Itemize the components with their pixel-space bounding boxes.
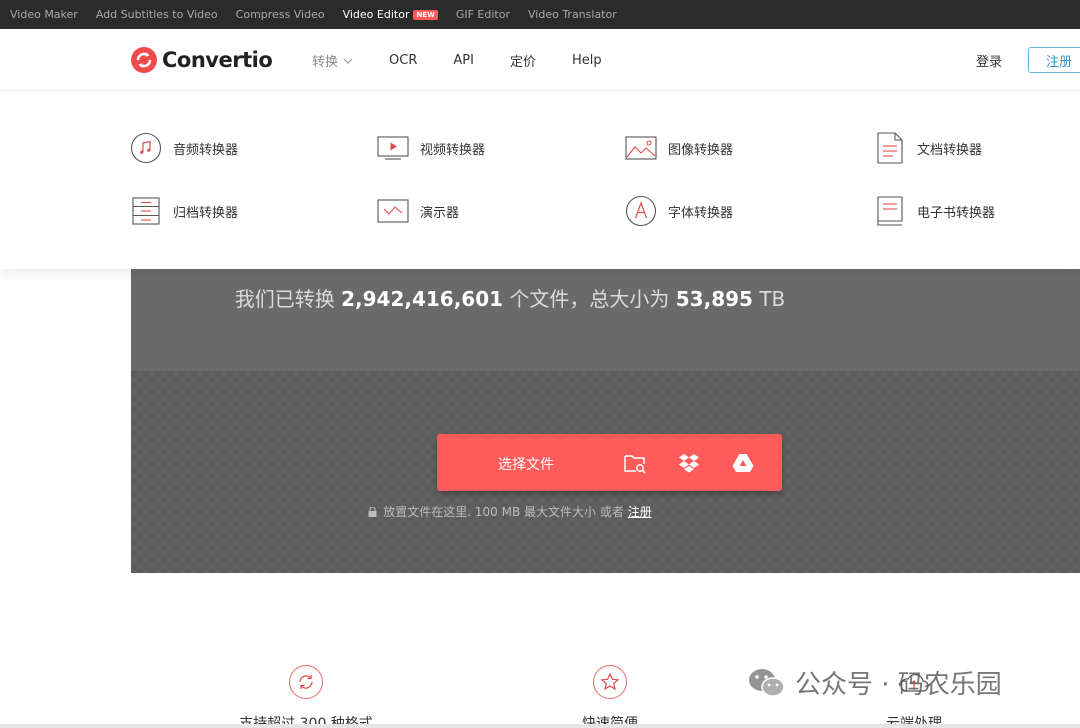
register-button[interactable]: 注册 <box>1028 47 1080 73</box>
music-note-icon <box>130 132 162 164</box>
wechat-watermark: 公众号 · 码农乐园 <box>747 664 1002 701</box>
menu-presentation-converter[interactable]: 演示器 <box>377 195 459 227</box>
dropbox-icon[interactable] <box>677 451 701 475</box>
feature-formats-icon-wrap <box>289 665 323 699</box>
menu-audio-converter[interactable]: 音频转换器 <box>130 132 238 164</box>
stats-prefix: 我们已转换 <box>234 287 335 311</box>
topbar-video-editor[interactable]: Video Editor NEW <box>343 8 438 21</box>
star-icon <box>600 672 620 691</box>
ebook-icon <box>877 196 903 226</box>
top-product-bar: Video Maker Add Subtitles to Video Compr… <box>0 0 1080 29</box>
menu-video-label: 视频转换器 <box>420 142 486 158</box>
choose-files-label: 选择文件 <box>498 457 554 473</box>
logo-text: Convertio <box>162 48 273 72</box>
menu-document-converter[interactable]: 文档转换器 <box>874 132 982 164</box>
folder-search-icon[interactable] <box>623 451 647 475</box>
nav-convert-label: 转换 <box>312 55 339 70</box>
menu-image-label: 图像转换器 <box>668 142 734 158</box>
refresh-icon <box>299 675 313 689</box>
nav-api[interactable]: API <box>453 53 474 68</box>
menu-archive-label: 归档转换器 <box>173 205 239 221</box>
feature-formats: 支持超过 300 种格式 <box>238 665 374 728</box>
site-header: Convertio 转换 OCR API 定价 Help 登录 注册 <box>0 29 1080 91</box>
nav-convert[interactable]: 转换 <box>312 51 353 70</box>
topbar-video-maker[interactable]: Video Maker <box>10 8 78 21</box>
presentation-icon <box>377 199 409 223</box>
menu-presentation-label: 演示器 <box>420 205 460 221</box>
stats-files-count: 2,942,416,601 <box>341 287 504 311</box>
choose-files-button[interactable]: 选择文件 <box>437 434 782 491</box>
menu-font-label: 字体转换器 <box>668 205 734 221</box>
convertio-logo-icon <box>131 47 157 73</box>
menu-archive-converter[interactable]: 归档转换器 <box>130 195 238 227</box>
login-link[interactable]: 登录 <box>976 51 1002 70</box>
logo[interactable]: Convertio <box>130 46 273 74</box>
topbar-video-translator[interactable]: Video Translator <box>528 8 617 21</box>
video-screen-icon <box>377 136 409 160</box>
lock-icon <box>368 507 377 517</box>
nav-ocr[interactable]: OCR <box>389 53 417 68</box>
font-letter-icon <box>625 195 657 227</box>
image-icon <box>625 136 657 160</box>
document-icon <box>877 132 903 164</box>
drop-note-text: 放置文件在这里. 100 MB 最大文件大小 或者 <box>383 505 624 519</box>
nav-pricing[interactable]: 定价 <box>510 51 536 70</box>
archive-drawers-icon <box>132 197 160 225</box>
conversion-stats: 我们已转换 2,942,416,601 个文件，总大小为 53,895 TB <box>131 283 889 312</box>
menu-video-converter[interactable]: 视频转换器 <box>377 132 485 164</box>
chevron-down-icon <box>343 58 353 64</box>
bottom-divider <box>0 724 1080 728</box>
stats-unit: TB <box>759 287 786 311</box>
menu-ebook-converter[interactable]: 电子书转换器 <box>874 195 995 227</box>
drop-note: 放置文件在这里. 100 MB 最大文件大小 或者 注册 <box>131 503 889 520</box>
new-badge: NEW <box>413 9 438 20</box>
topbar-gif-editor[interactable]: GIF Editor <box>456 8 510 21</box>
feature-fast-icon-wrap <box>593 665 627 699</box>
topbar-compress-video[interactable]: Compress Video <box>236 8 325 21</box>
menu-audio-label: 音频转换器 <box>173 142 239 158</box>
menu-document-label: 文档转换器 <box>917 142 983 158</box>
feature-fast: 快速简便 <box>566 665 654 728</box>
stats-middle: 个文件，总大小为 <box>509 287 670 311</box>
menu-image-converter[interactable]: 图像转换器 <box>625 132 733 164</box>
converter-menu: 音频转换器 视频转换器 图像转换器 文档转换器 归档转换器 演示器 字体转换器 … <box>0 91 1080 269</box>
topbar-add-subtitles[interactable]: Add Subtitles to Video <box>96 8 218 21</box>
topbar-video-editor-label: Video Editor <box>342 8 410 21</box>
menu-font-converter[interactable]: 字体转换器 <box>625 195 733 227</box>
wechat-icon <box>749 668 785 697</box>
stats-total-size: 53,895 <box>675 287 753 311</box>
watermark-text: 公众号 · 码农乐园 <box>795 670 1002 700</box>
register-link[interactable]: 注册 <box>628 505 652 519</box>
google-drive-icon[interactable] <box>731 451 755 475</box>
menu-ebook-label: 电子书转换器 <box>917 205 996 221</box>
nav-help[interactable]: Help <box>572 53 602 68</box>
main-nav: 转换 OCR API 定价 Help <box>312 51 638 70</box>
